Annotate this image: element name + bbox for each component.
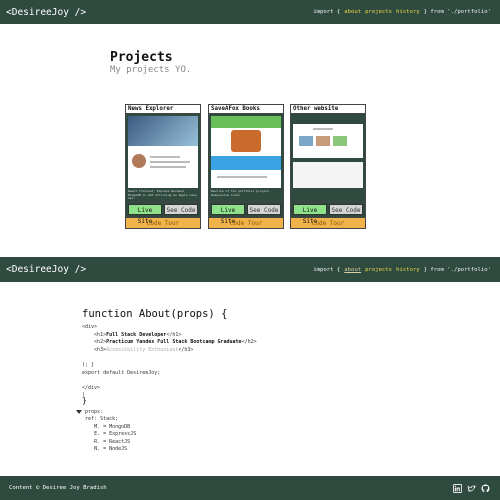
see-code-button[interactable]: See Code bbox=[329, 204, 363, 215]
screenshot-thumb bbox=[333, 136, 347, 146]
nav-link-history[interactable]: history bbox=[396, 9, 420, 15]
project-screenshot bbox=[211, 116, 281, 188]
project-screenshot bbox=[293, 116, 363, 188]
fox-illustration bbox=[231, 130, 261, 152]
code-open-div: <div> bbox=[82, 324, 98, 330]
card-body: React frontend, Express Backend, MongoDB… bbox=[125, 113, 201, 201]
code-tour-button[interactable]: Code Tour bbox=[125, 217, 201, 229]
card-title: Other website bbox=[290, 104, 366, 113]
import-keyword: import { bbox=[313, 9, 341, 15]
nav-link-about[interactable]: about bbox=[344, 267, 361, 273]
projects-subtitle: My projects YO. bbox=[110, 65, 192, 75]
about-navbar: <DesireeJoy /> import { about projects h… bbox=[0, 257, 500, 282]
screenshot-hero bbox=[128, 116, 198, 146]
stack-item: M. = MongoDB bbox=[94, 423, 131, 430]
brand-logo[interactable]: <DesireeJoy /> bbox=[0, 264, 86, 275]
brand-logo[interactable]: <DesireeJoy /> bbox=[0, 7, 86, 18]
project-card-news-explorer: News Explorer React frontend, Express Ba… bbox=[125, 104, 201, 229]
card-buttons: Live Site See Code bbox=[208, 201, 284, 225]
import-keyword: import { bbox=[313, 266, 341, 273]
card-body: Rewrite of fox portfolio project. Respon… bbox=[208, 113, 284, 201]
screenshot-thumb bbox=[316, 136, 330, 146]
h2-close-tag: </h2> bbox=[241, 339, 257, 346]
screenshot-line bbox=[313, 128, 333, 130]
footer-copyright: Content © Desiree Joy Bradish bbox=[9, 485, 107, 491]
project-card-saveafox: SaveAFox Books Rewrite of fox portfolio … bbox=[208, 104, 284, 229]
screenshot-line bbox=[150, 156, 180, 158]
live-site-button[interactable]: Live Site bbox=[211, 204, 245, 225]
social-icons bbox=[453, 483, 500, 493]
screenshot-line bbox=[217, 176, 267, 178]
stack-item: E. = ExpressJS bbox=[94, 431, 137, 438]
expand-triangle-icon[interactable] bbox=[76, 409, 82, 414]
see-code-button[interactable]: See Code bbox=[247, 204, 281, 215]
h2-text: Practicum Yandex Full Stack Bootcamp Gra… bbox=[106, 339, 242, 346]
screenshot-section bbox=[293, 158, 363, 188]
nav-link-history[interactable]: history bbox=[396, 267, 420, 273]
project-card-other-website: Other website Live Site See Code Code To… bbox=[290, 104, 366, 229]
projects-title: Projects bbox=[110, 50, 173, 65]
ref-label: ref: Stack; bbox=[85, 416, 119, 423]
code-tour-button[interactable]: Code Tour bbox=[290, 217, 366, 229]
card-title: News Explorer bbox=[125, 104, 201, 113]
footer: Content © Desiree Joy Bradish bbox=[0, 476, 500, 500]
screenshot-avatar bbox=[132, 154, 146, 168]
stack-item: N. = NodeJS bbox=[94, 446, 128, 453]
props-label[interactable]: props: bbox=[85, 409, 103, 415]
h1-text: Full Stack Developer bbox=[106, 331, 167, 338]
screenshot-thumb bbox=[299, 136, 313, 146]
projects-header: Projects My projects YO. bbox=[110, 50, 191, 75]
screenshot-banner bbox=[211, 116, 281, 128]
nav-link-projects[interactable]: projects bbox=[365, 267, 392, 273]
screenshot-header bbox=[293, 116, 363, 124]
code-close-div: </div> bbox=[82, 384, 101, 391]
props-tree: props: ref: Stack; M. = MongoDB E. = Exp… bbox=[76, 409, 136, 453]
card-title: SaveAFox Books bbox=[208, 104, 284, 113]
h1-close-tag: </h1> bbox=[166, 331, 182, 338]
nav-link-projects[interactable]: projects bbox=[365, 9, 392, 15]
h3-text: Accessibility Enthusiast bbox=[106, 346, 179, 353]
from-keyword: } from './portfolio' bbox=[423, 9, 491, 15]
h3-close-tag: </h3> bbox=[178, 346, 194, 353]
live-site-button[interactable]: Live Site bbox=[128, 204, 162, 225]
code-export-line: export default DesireeJoy; bbox=[82, 369, 161, 376]
stack-item: R. = ReactJS bbox=[94, 438, 131, 445]
nav-links: import { about projects history } from '… bbox=[313, 267, 500, 273]
card-buttons: Live Site See Code bbox=[125, 201, 201, 225]
top-navbar: <DesireeJoy /> import { about projects h… bbox=[0, 0, 500, 24]
h3-open-tag: <h3> bbox=[94, 346, 107, 353]
live-site-button[interactable]: Live Site bbox=[293, 204, 327, 225]
twitter-icon[interactable] bbox=[467, 484, 476, 493]
nav-links: import { about projects history } from '… bbox=[313, 9, 500, 15]
nav-link-about[interactable]: about bbox=[344, 9, 361, 15]
see-code-button[interactable]: See Code bbox=[164, 204, 198, 215]
screenshot-line bbox=[150, 166, 186, 168]
about-code: <div> <h1>Full Stack Developer</h1> <h2>… bbox=[82, 324, 257, 400]
project-screenshot bbox=[128, 116, 198, 188]
card-description: Rewrite of fox portfolio project. Respon… bbox=[211, 190, 271, 197]
card-description: React frontend, Express Backend, MongoDB… bbox=[128, 190, 197, 200]
h1-open-tag: <h1> bbox=[94, 331, 107, 338]
card-buttons: Live Site See Code bbox=[290, 201, 366, 225]
code-tour-button[interactable]: Code Tour bbox=[208, 217, 284, 229]
card-body bbox=[290, 113, 366, 201]
screenshot-line bbox=[150, 161, 190, 163]
screenshot-section bbox=[211, 156, 281, 170]
code-close-paren: ); } bbox=[82, 361, 95, 368]
about-close-brace: } bbox=[82, 396, 87, 405]
linkedin-icon[interactable] bbox=[453, 483, 462, 493]
about-heading: function About(props) { bbox=[82, 308, 228, 320]
h2-open-tag: <h2> bbox=[94, 339, 107, 346]
from-keyword: } from './portfolio' bbox=[423, 266, 491, 273]
github-icon[interactable] bbox=[481, 484, 490, 493]
card-description bbox=[293, 190, 363, 200]
